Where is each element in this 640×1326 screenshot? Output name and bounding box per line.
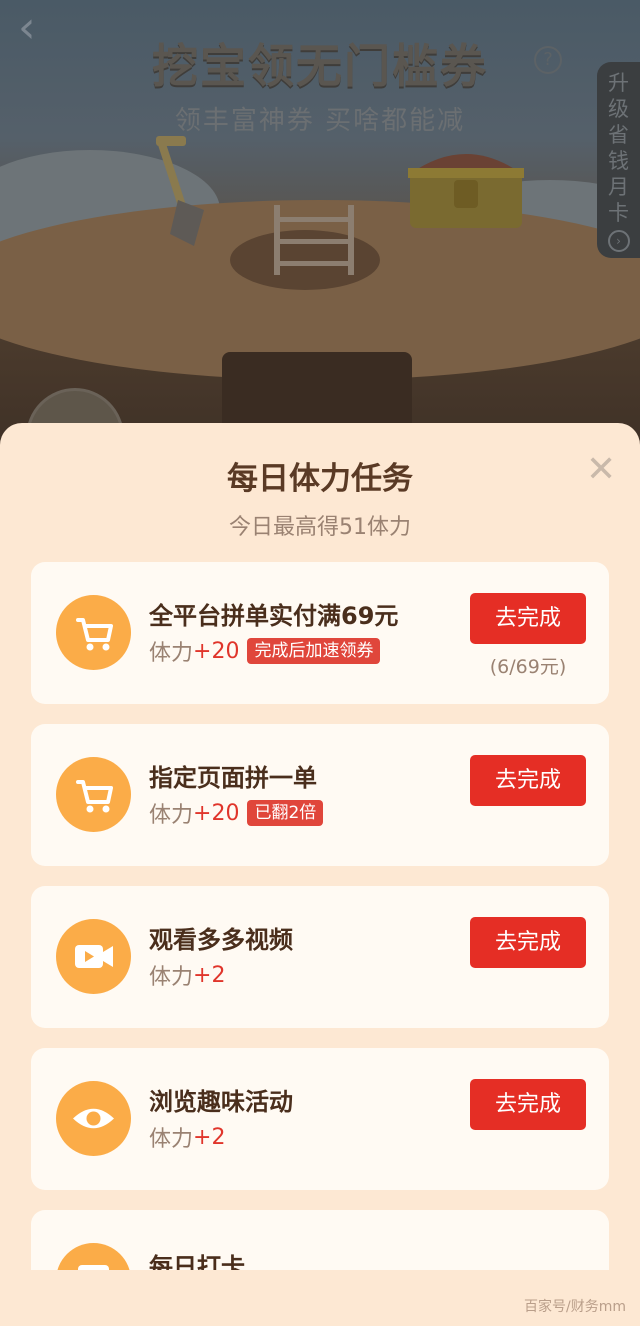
task-card-daily-checkin: 每日打卡	[31, 1210, 609, 1270]
reward-label: 体力	[149, 641, 194, 666]
reward-value: +20	[193, 638, 240, 664]
reward-value: +2	[193, 1124, 226, 1150]
watermark: 百家号/财务mm	[524, 1299, 626, 1315]
upgrade-tab-label: 升级省钱月卡	[608, 71, 629, 225]
close-icon[interactable]: ✕	[586, 452, 616, 488]
task-name: 浏览趣味活动	[149, 1088, 293, 1116]
go-complete-button[interactable]: 去完成	[470, 593, 586, 644]
eye-icon	[56, 1081, 131, 1156]
go-complete-button[interactable]: 去完成	[470, 755, 586, 806]
shopping-cart-icon	[56, 595, 131, 670]
underground-gate	[222, 352, 412, 432]
shovel-icon	[156, 136, 204, 246]
daily-stamina-task-sheet: 每日体力任务 ✕ 今日最高得51体力 全平台拼单实付满69元 体力 +20 完成…	[0, 423, 640, 1326]
sheet-subtitle: 今日最高得51体力	[229, 515, 411, 540]
game-scene-background: ‹ 挖宝领无门槛券 ? 领丰富神券 买啥都能减 升级省钱月卡 ›	[0, 0, 640, 460]
treasure-chest-icon	[408, 154, 524, 228]
video-camera-icon	[56, 919, 131, 994]
upgrade-monthly-card-tab[interactable]: 升级省钱月卡 ›	[597, 62, 640, 258]
chevron-right-circle-icon: ›	[607, 230, 630, 252]
task-reward: 体力 +20 已翻2倍	[149, 797, 324, 829]
task-name: 每日打卡	[149, 1253, 245, 1270]
task-reward: 体力 +2	[149, 959, 225, 991]
question-circle-icon[interactable]: ?	[534, 46, 562, 74]
task-card-platform-order: 全平台拼单实付满69元 体力 +20 完成后加速领券 去完成 (6/69元)	[31, 562, 609, 704]
reward-badge: 已翻2倍	[247, 800, 324, 826]
reward-value: +20	[193, 800, 240, 826]
task-reward: 体力 +20 完成后加速领券	[149, 635, 381, 667]
task-progress: (6/69元)	[489, 656, 567, 678]
task-card-page-order: 指定页面拼一单 体力 +20 已翻2倍 去完成	[31, 724, 609, 866]
reward-label: 体力	[149, 965, 194, 990]
task-card-watch-video: 观看多多视频 体力 +2 去完成	[31, 886, 609, 1028]
go-complete-button[interactable]: 去完成	[470, 917, 586, 968]
shopping-cart-icon	[56, 757, 131, 832]
go-complete-button[interactable]: 去完成	[470, 1079, 586, 1130]
task-list: 全平台拼单实付满69元 体力 +20 完成后加速领券 去完成 (6/69元) 指…	[31, 562, 609, 1290]
task-reward: 体力 +2	[149, 1121, 225, 1153]
reward-label: 体力	[149, 803, 194, 828]
task-name: 全平台拼单实付满69元	[149, 602, 399, 630]
ladder-icon	[274, 205, 354, 275]
reward-value: +2	[193, 962, 226, 988]
reward-label: 体力	[149, 1127, 194, 1152]
task-name: 观看多多视频	[149, 926, 293, 954]
page-subtitle: 领丰富神券 买啥都能减	[174, 106, 466, 136]
sheet-title: 每日体力任务	[227, 461, 413, 497]
calendar-icon	[56, 1243, 131, 1270]
reward-badge: 完成后加速领券	[247, 638, 381, 664]
task-card-browse-activity: 浏览趣味活动 体力 +2 去完成	[31, 1048, 609, 1190]
task-name: 指定页面拼一单	[149, 764, 317, 792]
